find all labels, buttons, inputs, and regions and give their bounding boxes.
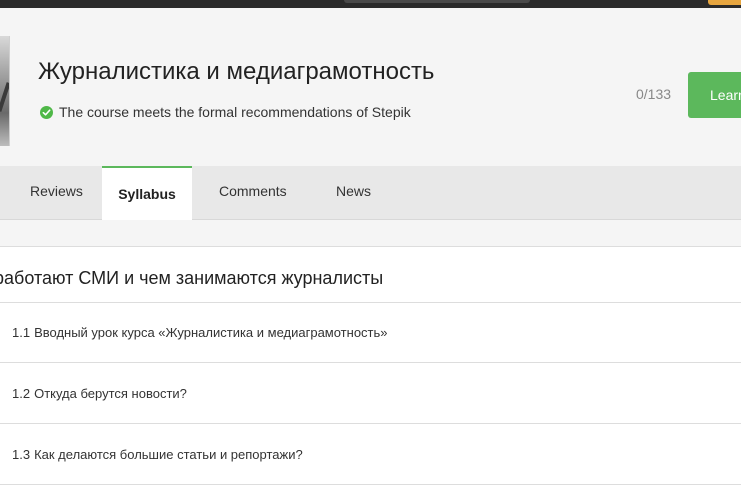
recommendation-badge: The course meets the formal recommendati…	[40, 104, 411, 120]
course-page: Журналистика и медиаграмотность The cour…	[0, 0, 741, 486]
progress-count: 0/133	[636, 86, 672, 102]
lesson-list: 1.1 Вводный урок курса «Журналистика и м…	[0, 302, 741, 485]
lesson-number: 1.2	[12, 385, 31, 401]
course-cover-image	[0, 36, 10, 146]
lesson-title: Как делаются большие статьи и репортажи?	[34, 446, 303, 462]
course-tabs: Reviews Syllabus Comments News	[0, 166, 741, 221]
syllabus-section: работают СМИ и чем занимаются журналисты…	[0, 220, 741, 486]
course-title: Журналистика и медиаграмотность	[38, 58, 435, 85]
course-header: Журналистика и медиаграмотность The cour…	[0, 8, 741, 166]
lesson-row[interactable]: 1.2 Откуда берутся новости?	[0, 363, 741, 424]
tab-comments[interactable]: Comments	[219, 166, 287, 220]
check-mark-icon	[42, 108, 51, 116]
cover-image-detail	[0, 82, 9, 112]
top-navbar	[0, 0, 741, 8]
lesson-number: 1.3	[12, 446, 31, 462]
recommendation-text: The course meets the formal recommendati…	[59, 104, 411, 120]
lesson-row[interactable]: 1.3 Как делаются большие статьи и репорт…	[0, 424, 741, 485]
lesson-title: Откуда берутся новости?	[34, 385, 187, 401]
module-card: работают СМИ и чем занимаются журналисты…	[0, 246, 741, 486]
lesson-row[interactable]: 1.1 Вводный урок курса «Журналистика и м…	[0, 303, 741, 363]
learn-button[interactable]: Learn	[688, 72, 741, 118]
lesson-number: 1.1	[12, 325, 31, 340]
lesson-title: Вводный урок курса «Журналистика и медиа…	[34, 325, 388, 340]
navbar-search-edge[interactable]	[344, 0, 530, 3]
navbar-account-edge[interactable]	[708, 0, 741, 5]
module-title: работают СМИ и чем занимаются журналисты	[0, 268, 384, 288]
tab-reviews[interactable]: Reviews	[30, 166, 83, 220]
tab-news[interactable]: News	[336, 166, 371, 220]
tab-syllabus[interactable]: Syllabus	[102, 166, 192, 221]
check-circle-icon	[40, 105, 53, 119]
